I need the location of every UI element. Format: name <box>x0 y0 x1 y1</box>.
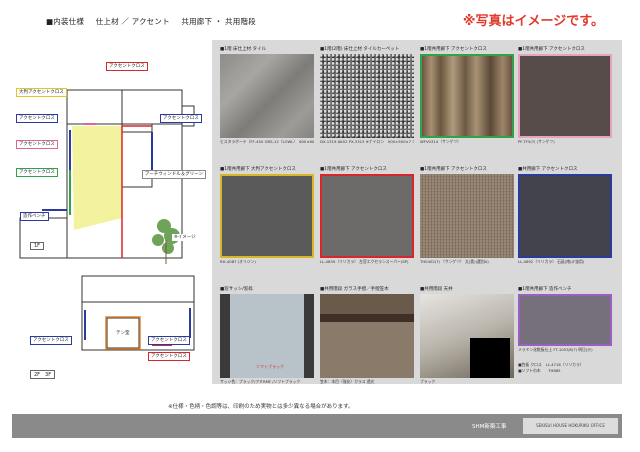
swatch-caption: LL-4692（リリカラ） 石延(南)(F塗用) <box>518 259 585 264</box>
swatch-cell: ■1階共用廊下 造作ベンチ メラミン化粧板仕上 FT-1053JS(?) 明日(… <box>518 286 612 373</box>
swatch-image <box>220 54 314 138</box>
footer: SHM新築工事 SEKISUI HOUSE HOKURIKU OFFICE <box>12 414 622 438</box>
swatch-title: ■1階共用廊下 アクセントクロス <box>420 167 487 172</box>
swatch-caption: WFV0314（サンゲツ） <box>420 139 461 144</box>
swatch-caption: メラミン化粧板仕上 FT-1053JS(?) 明日(沙) <box>518 347 593 352</box>
floor-plans: アクセントクロス 大判アクセントクロス アクセントクロス アクセントクロス アク… <box>12 40 208 390</box>
swatch-title: ■1階共用廊下 アクセントクロス <box>518 47 585 52</box>
swatch-title: ■1階共用廊下 アクセントクロス <box>420 47 487 52</box>
swatch-caption: ヒスタラボーテ（FF-450 GRS-12（LOWL） 600×600×8.7 … <box>220 139 314 144</box>
black-sample <box>470 338 510 378</box>
swatch-image <box>320 54 414 138</box>
swatch-cell: ■1階共用廊下 アクセントクロス WFV0314（サンゲツ） <box>420 46 514 144</box>
plan-label: アクセントクロス <box>148 352 190 361</box>
swatch-image <box>220 174 314 258</box>
swatch-caption: ブラック <box>420 379 436 384</box>
floor-tag-2f-3f: 2F 3F <box>30 370 56 379</box>
swatch-title: ■1階共用廊下 大判アクセントクロス <box>220 167 296 172</box>
swatch-title: ■1階共用廊下 造作ベンチ <box>518 287 572 292</box>
swatch-cell: ■1階共用廊下 アクセントクロス TH0402(?) （サンゲツ） 太(奥)(選… <box>420 166 514 264</box>
plan-label: アクセントクロス <box>16 140 58 149</box>
swatch-title: ■1階共用廊下 アクセントクロス <box>320 167 387 172</box>
sub-caption: ■ソフト巾木 TH885 <box>518 368 561 373</box>
plan-label: アクセントクロス <box>16 168 58 177</box>
header: ■内装仕様 仕上材 ／ アクセント 共用廊下 ・ 共用階段 <box>46 16 265 27</box>
swatch-title: ■窓サッシ/窓枠 <box>220 287 253 292</box>
plan-label: アクセントクロス <box>106 62 148 71</box>
image-disclaimer: ※写真はイメージです。 <box>462 14 604 29</box>
floor-tag-1f: 1F <box>30 242 45 250</box>
header-area: 共用廊下 ・ 共用階段 <box>181 17 256 26</box>
swatch-image: ソフトブラック <box>220 294 314 378</box>
swatch-cell: ■1階(2階) 床仕上材 タイルカーペット DX-1319 AK02 PX-33… <box>320 46 414 144</box>
swatch-cell: ■1階共用廊下 アクセントクロス PF-TF5(?) (サンゲツ) <box>518 46 612 144</box>
swatch-image <box>320 294 414 378</box>
swatch-caption: LL-4839（リリカラ） 左官エクセランスーパー(SP) <box>320 259 409 264</box>
swatch-caption: 笠木：木目（強化）ガラス 透光 <box>320 379 375 384</box>
swatch-cell: ■共用階段 天井 ブラック <box>420 286 514 384</box>
plan-label: アクセントクロス <box>16 114 58 123</box>
swatch-cell: ■1階共用廊下 大判アクセントクロス RH-4087 (オリジン) <box>220 166 314 264</box>
swatch-image <box>420 294 514 378</box>
plan-label: ※イメージ <box>172 234 198 241</box>
header-section: ■内装仕様 <box>46 17 85 26</box>
header-category: 仕上材 ／ アクセント <box>95 17 170 26</box>
swatch-title: ■共用階段 ガラス手摺／手摺笠木 <box>320 287 389 292</box>
swatch-cell: ■共用階段 ガラス手摺／手摺笠木 笠木：木目（強化）ガラス 透光 <box>320 286 414 384</box>
swatch-image <box>320 174 414 258</box>
swatch-title: ■1階 床仕上材 タイル <box>220 47 266 52</box>
plan-label: 造作ベンチ <box>20 212 49 221</box>
swatch-caption: RH-4087 (オリジン) <box>220 259 256 264</box>
footer-office: SEKISUI HOUSE HOKURIKU OFFICE <box>523 418 618 434</box>
swatch-caption: サッシ色：ブラック/アミRMF /ソフトブラック <box>220 379 301 384</box>
plan-label: アーチウィンドル＆グリーン <box>142 170 207 179</box>
plan-label: アクセントクロス <box>30 336 72 345</box>
swatch-title: ■共用階段 天井 <box>420 287 453 292</box>
swatch-title: ■共用廊下 アクセントクロス <box>518 167 578 172</box>
swatch-cell: ■共用廊下 アクセントクロス LL-4692（リリカラ） 石延(南)(F塗用) <box>518 166 612 264</box>
swatch-caption: DX-1319 AK02 PX-3313 ※ナイロン 500×500×7 ジャブ… <box>320 139 414 144</box>
plan-label: アクセントクロス <box>160 114 202 123</box>
swatch-caption: PF-TF5(?) (サンゲツ) <box>518 139 555 144</box>
sub-title: ■笠板 クロス LL-4718（リリカラ） <box>518 362 584 367</box>
swatch-cell: ■1階 床仕上材 タイル ヒスタラボーテ（FF-450 GRS-12（LOWL）… <box>220 46 314 144</box>
plan-label: アクセントクロス <box>148 336 190 345</box>
swatch-title: ■1階(2階) 床仕上材 タイルカーペット <box>320 47 400 52</box>
swatch-image <box>518 294 612 346</box>
swatch-caption: TH0402(?) （サンゲツ） 太(奥)(選別A) <box>420 259 489 264</box>
swatch-image <box>420 174 514 258</box>
footer-company: SHM新築工事 <box>472 424 507 430</box>
swatch-cell: ■窓サッシ/窓枠 ソフトブラック サッシ色：ブラック/アミRMF /ソフトブラッ… <box>220 286 314 384</box>
room-label: テン室 <box>116 331 130 336</box>
material-swatch-panel: ■1階 床仕上材 タイル ヒスタラボーテ（FF-450 GRS-12（LOWL）… <box>212 40 622 384</box>
swatch-image <box>518 174 612 258</box>
print-note: ※仕様・色柄・色調等は、印刷のため実物とは多少異なる場合があります。 <box>168 404 354 410</box>
swatch-image <box>518 54 612 138</box>
swatch-image <box>420 54 514 138</box>
photo-label: ソフトブラック <box>256 364 284 369</box>
swatch-cell: ■1階共用廊下 アクセントクロス LL-4839（リリカラ） 左官エクセランスー… <box>320 166 414 264</box>
plan-label: 大判アクセントクロス <box>16 88 67 97</box>
